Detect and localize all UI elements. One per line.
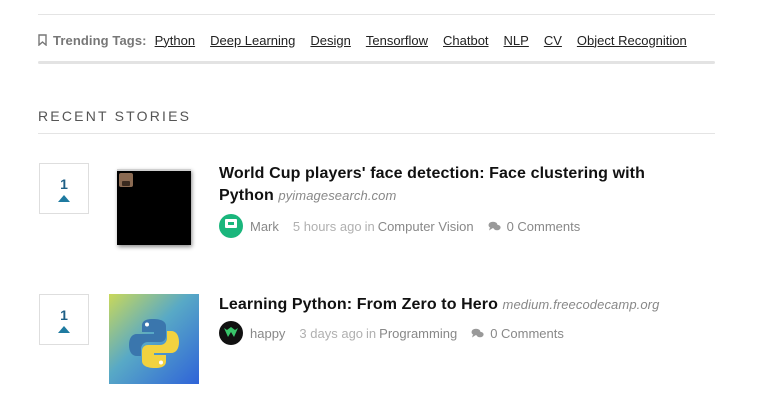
comment-icon xyxy=(488,221,501,230)
tag-cv[interactable]: CV xyxy=(544,33,562,48)
tag-nlp[interactable]: NLP xyxy=(504,33,529,48)
story-domain: medium.freecodecamp.org xyxy=(502,297,660,312)
vote-count: 1 xyxy=(60,175,68,192)
trending-tags-bar: Trending Tags: Python Deep Learning Desi… xyxy=(38,31,702,49)
story-title-text: Learning Python: From Zero to Hero xyxy=(219,296,498,313)
section-divider xyxy=(38,133,715,134)
in-label: in xyxy=(364,218,375,234)
avatar-icon[interactable] xyxy=(219,214,243,238)
python-logo-icon xyxy=(129,319,179,368)
top-divider xyxy=(38,14,715,15)
vote-count: 1 xyxy=(60,306,68,323)
author-link[interactable]: Mark xyxy=(250,219,279,234)
comments-link[interactable]: 0 Comments xyxy=(488,218,581,234)
avatar-icon[interactable] xyxy=(219,321,243,345)
face-image xyxy=(119,173,133,187)
comments-count: 0 Comments xyxy=(506,218,581,234)
story-thumbnail[interactable] xyxy=(117,169,191,245)
tag-object-recognition[interactable]: Object Recognition xyxy=(577,33,687,48)
story-meta: Mark 5 hours ago in Computer Vision 0 Co… xyxy=(219,214,580,238)
upvote-button[interactable]: 1 xyxy=(39,294,89,345)
post-time: 5 hours ago xyxy=(292,218,362,234)
in-label: in xyxy=(366,325,377,341)
story-thumbnail[interactable] xyxy=(109,294,199,384)
tag-design[interactable]: Design xyxy=(310,33,350,48)
upvote-arrow-icon xyxy=(58,194,70,202)
story-title-link[interactable]: Learning Python: From Zero to Hero mediu… xyxy=(219,294,699,316)
bookmark-icon xyxy=(38,34,47,46)
comments-count: 0 Comments xyxy=(490,325,564,341)
section-title: RECENT STORIES xyxy=(38,108,192,124)
upvote-arrow-icon xyxy=(58,325,70,333)
scroll-divider xyxy=(38,61,715,64)
comment-icon xyxy=(471,328,484,337)
tag-python[interactable]: Python xyxy=(155,33,195,48)
avatar-logo-icon xyxy=(224,327,238,337)
trending-tags-label: Trending Tags: xyxy=(53,32,147,48)
post-time: 3 days ago xyxy=(299,325,364,341)
story-meta: happy 3 days ago in Programming 0 Commen… xyxy=(219,321,564,345)
tag-deep-learning[interactable]: Deep Learning xyxy=(210,33,295,48)
comments-link[interactable]: 0 Comments xyxy=(471,326,564,341)
category-link[interactable]: Computer Vision xyxy=(378,219,474,234)
tag-tensorflow[interactable]: Tensorflow xyxy=(366,33,428,48)
story-domain: pyimagesearch.com xyxy=(278,188,397,203)
author-link[interactable]: happy xyxy=(250,326,285,341)
category-link[interactable]: Programming xyxy=(379,326,457,341)
story-title-link[interactable]: World Cup players' face detection: Face … xyxy=(219,163,689,207)
upvote-button[interactable]: 1 xyxy=(39,163,89,214)
tag-chatbot[interactable]: Chatbot xyxy=(443,33,489,48)
